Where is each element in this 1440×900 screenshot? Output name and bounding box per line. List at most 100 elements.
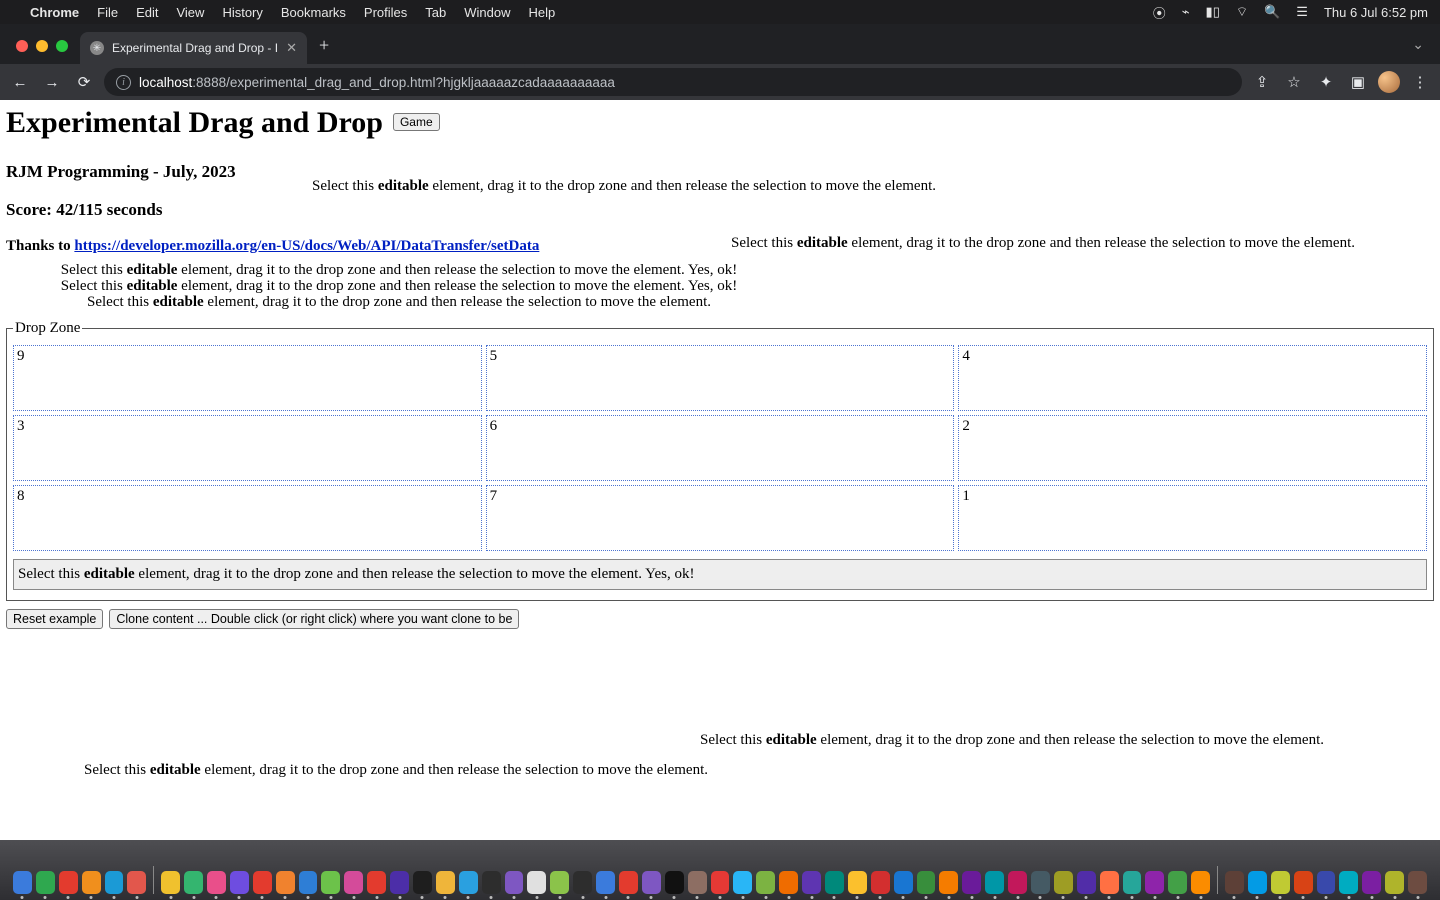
dock-app[interactable] xyxy=(1123,871,1142,894)
dock-app[interactable] xyxy=(299,871,318,894)
dock-app[interactable] xyxy=(1339,871,1358,894)
close-window-button[interactable] xyxy=(16,40,28,52)
menu-edit[interactable]: Edit xyxy=(136,5,158,20)
dock-app[interactable] xyxy=(344,871,363,894)
site-info-icon[interactable]: i xyxy=(116,75,131,90)
draggable-text-2[interactable]: Select this editable element, drag it to… xyxy=(731,235,1355,252)
close-tab-icon[interactable]: ✕ xyxy=(286,40,297,56)
draggable-text-1[interactable]: Select this editable element, drag it to… xyxy=(312,178,936,195)
dock-app[interactable] xyxy=(550,871,569,894)
dock-app[interactable] xyxy=(1294,871,1313,894)
profile-avatar[interactable] xyxy=(1378,71,1400,93)
menu-window[interactable]: Window xyxy=(464,5,510,20)
dock-app[interactable] xyxy=(527,871,546,894)
dock-app[interactable] xyxy=(688,871,707,894)
thanks-link[interactable]: https://developer.mozilla.org/en-US/docs… xyxy=(74,238,539,254)
battery-icon[interactable]: ▮▯ xyxy=(1206,4,1220,20)
dock-app[interactable] xyxy=(756,871,775,894)
grid-cell[interactable]: 6 xyxy=(486,415,955,481)
draggable-text-3[interactable]: Select this editable element, drag it to… xyxy=(34,263,764,279)
drop-zone[interactable]: Drop Zone 9 5 4 3 6 2 8 7 1 Select this … xyxy=(6,320,1434,601)
dock-app[interactable] xyxy=(642,871,661,894)
dock-app[interactable] xyxy=(962,871,981,894)
dock-app[interactable] xyxy=(733,871,752,894)
dock-app[interactable] xyxy=(105,871,124,894)
dock-app[interactable] xyxy=(505,871,524,894)
dock-app[interactable] xyxy=(1362,871,1381,894)
menu-view[interactable]: View xyxy=(176,5,204,20)
dock-app[interactable] xyxy=(1100,871,1119,894)
dock-app[interactable] xyxy=(413,871,432,894)
dock-app[interactable] xyxy=(871,871,890,894)
dock-app[interactable] xyxy=(436,871,455,894)
grid-cell[interactable]: 7 xyxy=(486,485,955,551)
dock-app[interactable] xyxy=(1248,871,1267,894)
dock-app[interactable] xyxy=(825,871,844,894)
back-button[interactable]: ← xyxy=(8,74,32,91)
draggable-text-7[interactable]: Select this editable element, drag it to… xyxy=(84,762,708,779)
dock-app[interactable] xyxy=(230,871,249,894)
clone-button[interactable]: Clone content ... Double click (or right… xyxy=(109,609,519,629)
screen-record-icon[interactable]: ⦿ xyxy=(1153,3,1166,22)
draggable-text-4[interactable]: Select this editable element, drag it to… xyxy=(34,279,764,295)
new-tab-button[interactable]: + xyxy=(307,35,341,64)
draggable-text-6[interactable]: Select this editable element, drag it to… xyxy=(700,732,1324,749)
grid-cell[interactable]: 4 xyxy=(958,345,1427,411)
grid-cell[interactable]: 2 xyxy=(958,415,1427,481)
dock-app[interactable] xyxy=(321,871,340,894)
maximize-window-button[interactable] xyxy=(56,40,68,52)
grid-cell[interactable]: 1 xyxy=(958,485,1427,551)
menu-profiles[interactable]: Profiles xyxy=(364,5,407,20)
dock-app[interactable] xyxy=(802,871,821,894)
tab-overflow-icon[interactable]: ⌄ xyxy=(1412,37,1440,64)
dock-app[interactable] xyxy=(367,871,386,894)
grid-cell[interactable]: 8 xyxy=(13,485,482,551)
dock-app[interactable] xyxy=(1191,871,1210,894)
grid-cell[interactable]: 5 xyxy=(486,345,955,411)
address-bar[interactable]: i localhost:8888/experimental_drag_and_d… xyxy=(104,68,1242,96)
menu-history[interactable]: History xyxy=(222,5,262,20)
dock-app[interactable] xyxy=(36,871,55,894)
side-panel-icon[interactable]: ▣ xyxy=(1346,73,1370,91)
dock-app[interactable] xyxy=(1145,871,1164,894)
minimize-window-button[interactable] xyxy=(36,40,48,52)
dock-app[interactable] xyxy=(619,871,638,894)
menu-file[interactable]: File xyxy=(97,5,118,20)
menubar-clock[interactable]: Thu 6 Jul 6:52 pm xyxy=(1324,5,1428,20)
dock-app[interactable] xyxy=(1008,871,1027,894)
forward-button[interactable]: → xyxy=(40,74,64,91)
dock-app[interactable] xyxy=(1077,871,1096,894)
wifi-icon[interactable]: ⌔ xyxy=(1236,4,1248,20)
dock-app[interactable] xyxy=(253,871,272,894)
dock-app[interactable] xyxy=(1317,871,1336,894)
dock-app[interactable] xyxy=(779,871,798,894)
grid-cell[interactable]: 9 xyxy=(13,345,482,411)
bookmark-star-icon[interactable]: ☆ xyxy=(1282,73,1306,91)
menu-help[interactable]: Help xyxy=(529,5,556,20)
dock-app[interactable] xyxy=(596,871,615,894)
dock-app[interactable] xyxy=(1385,871,1404,894)
dock-app[interactable] xyxy=(985,871,1004,894)
share-icon[interactable]: ⇪ xyxy=(1250,73,1274,91)
game-button[interactable]: Game xyxy=(393,113,440,131)
dock-app[interactable] xyxy=(573,871,592,894)
dock-app[interactable] xyxy=(482,871,501,894)
dock-app[interactable] xyxy=(13,871,32,894)
dock-app[interactable] xyxy=(665,871,684,894)
dock-app[interactable] xyxy=(127,871,146,894)
dock-app[interactable] xyxy=(59,871,78,894)
dock-app[interactable] xyxy=(1054,871,1073,894)
browser-tab[interactable]: ✳ Experimental Drag and Drop - I ✕ xyxy=(80,32,307,64)
chrome-menu-icon[interactable]: ⋮ xyxy=(1408,73,1432,91)
dock-app[interactable] xyxy=(1225,871,1244,894)
dock-app[interactable] xyxy=(917,871,936,894)
dock-app[interactable] xyxy=(1168,871,1187,894)
reset-button[interactable]: Reset example xyxy=(6,609,103,629)
reload-button[interactable]: ⟳ xyxy=(72,73,96,91)
dock-app[interactable] xyxy=(82,871,101,894)
menu-tab[interactable]: Tab xyxy=(425,5,446,20)
spotlight-icon[interactable]: 🔍 xyxy=(1264,4,1280,20)
bluetooth-icon[interactable]: ⌁ xyxy=(1182,4,1190,20)
dock-app[interactable] xyxy=(184,871,203,894)
dock-app[interactable] xyxy=(1271,871,1290,894)
